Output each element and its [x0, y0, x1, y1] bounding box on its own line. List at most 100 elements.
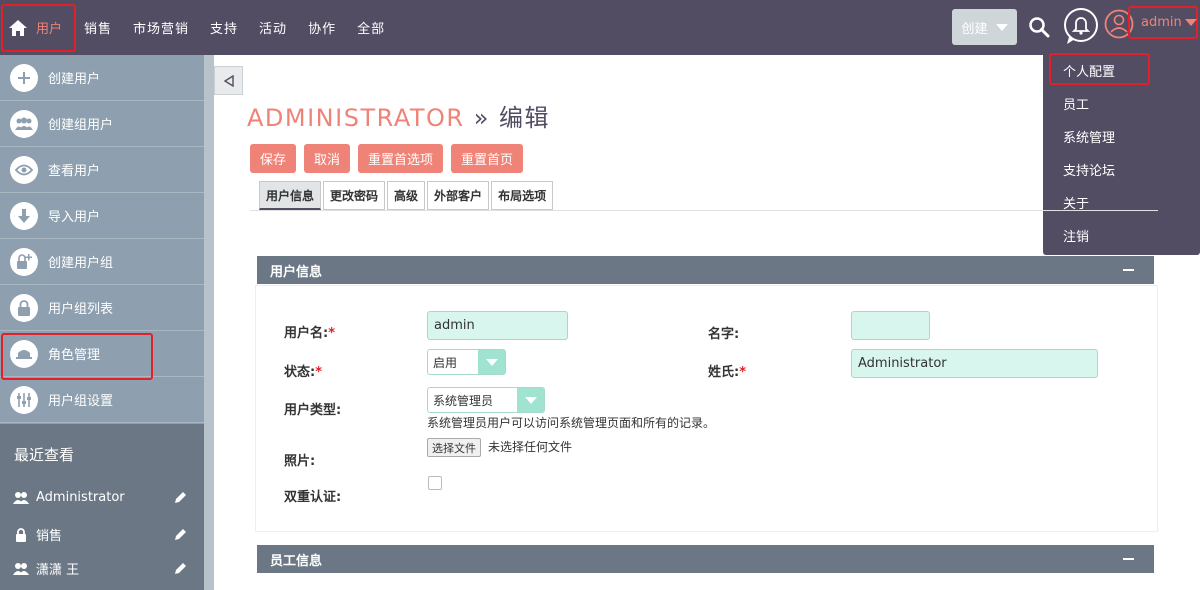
- cancel-button[interactable]: 取消: [304, 144, 351, 173]
- panel-header-employee-info[interactable]: 员工信息: [257, 545, 1154, 573]
- panel-header-user-info[interactable]: 用户信息: [257, 256, 1154, 284]
- menu-item-profile[interactable]: 个人配置: [1063, 61, 1115, 80]
- sidebar-scrollbar[interactable]: [204, 55, 214, 590]
- required-mark: *: [315, 365, 323, 380]
- lock-icon: [16, 527, 26, 542]
- highlight-box-home: [1, 4, 76, 52]
- recent-item[interactable]: 潇潇 王: [13, 559, 193, 578]
- sidebar-item-create-user[interactable]: 创建用户: [0, 55, 204, 101]
- username-field-label: 用户名:*: [284, 326, 336, 341]
- tab-divider: [250, 210, 1158, 211]
- create-button[interactable]: 创建: [952, 9, 1017, 45]
- users-icon: [13, 562, 29, 575]
- usertype-field-label: 用户类型:: [284, 403, 342, 418]
- panel-body-user-info: [255, 285, 1158, 532]
- save-button[interactable]: 保存: [250, 144, 297, 173]
- action-buttons: 保存 取消 重置首选项 重置首页: [250, 144, 531, 173]
- lock-plus-icon: [10, 247, 38, 276]
- sidebar-item-create-role-group[interactable]: 创建用户组: [0, 239, 204, 285]
- tab-change-password[interactable]: 更改密码: [323, 181, 386, 210]
- tab-layout-options[interactable]: 布局选项: [491, 181, 554, 210]
- menu-item-employees[interactable]: 员工: [1063, 94, 1089, 113]
- pencil-icon[interactable]: [174, 491, 187, 504]
- collapse-minus-icon[interactable]: [1123, 269, 1134, 271]
- sidebar-item-role-group-list[interactable]: 用户组列表: [0, 285, 204, 331]
- username-label: admin: [1141, 15, 1182, 30]
- tab-user-info[interactable]: 用户信息: [259, 181, 322, 210]
- usertype-select[interactable]: 系统管理员: [427, 387, 545, 413]
- notification-bell-icon[interactable]: [1063, 7, 1099, 45]
- page-title-record: ADMINISTRATOR: [247, 104, 465, 132]
- recent-item-label: 销售: [36, 529, 63, 544]
- usertype-select-value: 系统管理员: [433, 393, 494, 408]
- chevron-down-icon: [517, 388, 544, 412]
- chevron-down-icon: [1184, 19, 1197, 26]
- nav-all[interactable]: 全部: [357, 18, 385, 37]
- collapse-sidebar-button[interactable]: [214, 66, 243, 95]
- reset-preferences-button[interactable]: 重置首选项: [358, 144, 444, 173]
- plus-icon: [10, 63, 38, 92]
- highlight-box-role-management: [1, 333, 153, 380]
- chevron-down-icon: [995, 23, 1008, 31]
- status-field-label: 状态:*: [284, 365, 323, 380]
- page-title-action: » 编辑: [464, 104, 551, 132]
- user-menu-toggle[interactable]: admin: [1128, 6, 1198, 39]
- tab-advanced[interactable]: 高级: [387, 181, 426, 210]
- eye-icon: [10, 155, 38, 184]
- tab-external-accounts[interactable]: 外部客户: [427, 181, 490, 210]
- twofactor-field-label: 双重认证:: [284, 490, 342, 505]
- nav-support[interactable]: 支持: [210, 18, 238, 37]
- menu-item-admin[interactable]: 系统管理: [1063, 127, 1115, 146]
- panel-title: 员工信息: [270, 553, 323, 569]
- recently-viewed: 最近查看 Administrator 销售 潇潇 王: [0, 424, 204, 590]
- sidebar-item-import-users[interactable]: 导入用户: [0, 193, 204, 239]
- required-mark: *: [739, 365, 747, 380]
- recently-viewed-title: 最近查看: [14, 446, 75, 464]
- nav-activities[interactable]: 活动: [259, 18, 287, 37]
- recent-item-label: Administrator: [36, 490, 125, 505]
- firstname-input[interactable]: [851, 311, 930, 340]
- search-icon[interactable]: [1028, 16, 1050, 38]
- sidebar-item-security-group-settings[interactable]: 用户组设置: [0, 377, 204, 423]
- reset-homepage-button[interactable]: 重置首页: [451, 144, 524, 173]
- firstname-field-label: 名字:: [708, 327, 740, 342]
- nav-sales[interactable]: 销售: [84, 18, 112, 37]
- menu-item-logout[interactable]: 注销: [1063, 226, 1089, 245]
- users-icon: [13, 491, 29, 504]
- username-input[interactable]: admin: [427, 311, 568, 340]
- panel-title: 用户信息: [270, 264, 323, 280]
- status-select[interactable]: 启用: [427, 349, 506, 375]
- sliders-icon: [10, 385, 38, 414]
- sidebar-item-label: 创建用户: [48, 72, 101, 87]
- choose-file-button[interactable]: 选择文件: [427, 438, 481, 457]
- twofactor-checkbox[interactable]: [428, 476, 442, 490]
- download-arrow-icon: [10, 201, 38, 230]
- sidebar-item-label: 导入用户: [48, 210, 101, 225]
- collapse-minus-icon[interactable]: [1123, 558, 1134, 560]
- nav-collaboration[interactable]: 协作: [308, 18, 336, 37]
- pencil-icon[interactable]: [174, 562, 187, 575]
- recent-item[interactable]: Administrator: [13, 490, 193, 505]
- sidebar-item-label: 创建用户组: [48, 256, 114, 271]
- pencil-icon[interactable]: [174, 528, 187, 541]
- chevron-down-icon: [478, 350, 505, 374]
- sidebar-item-label: 创建组用户: [48, 118, 114, 133]
- sidebar-item-view-users[interactable]: 查看用户: [0, 147, 204, 193]
- sidebar-item-label: 查看用户: [48, 164, 101, 179]
- status-select-value: 启用: [433, 355, 458, 370]
- nav-marketing[interactable]: 市场营销: [133, 18, 189, 37]
- sidebar-item-label: 用户组列表: [48, 302, 114, 317]
- lastname-input[interactable]: Administrator: [851, 349, 1098, 378]
- main-nav: 销售 市场营销 支持 活动 协作 全部: [84, 0, 406, 55]
- users-group-icon: [10, 109, 38, 138]
- lastname-field-label: 姓氏:*: [708, 365, 747, 380]
- page-title: ADMINISTRATOR » 编辑: [247, 98, 550, 133]
- create-button-label: 创建: [961, 21, 988, 37]
- photo-field-label: 照片:: [284, 454, 316, 469]
- sidebar-item-create-group-user[interactable]: 创建组用户: [0, 101, 204, 147]
- edit-tabs: 用户信息 更改密码 高级 外部客户 布局选项: [259, 181, 555, 210]
- lock-icon: [10, 293, 38, 322]
- menu-item-forum[interactable]: 支持论坛: [1063, 160, 1115, 179]
- required-mark: *: [328, 326, 336, 341]
- recent-item[interactable]: 销售: [13, 525, 193, 544]
